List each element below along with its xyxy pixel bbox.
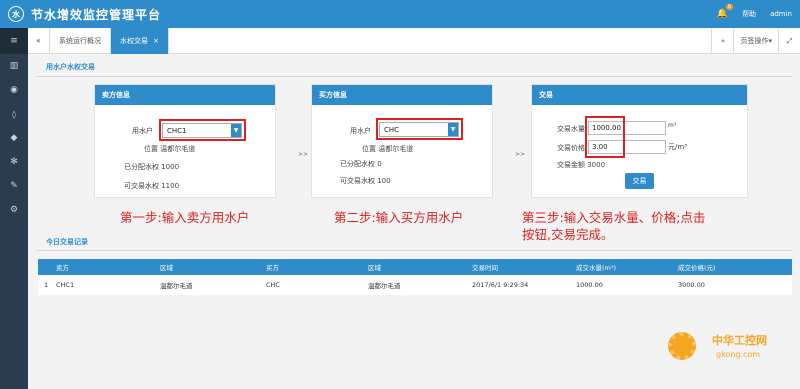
trade-qty-unit: m³	[668, 122, 677, 129]
trade-amount: 交易金额 3000	[557, 161, 606, 169]
notification-badge: 0	[725, 4, 734, 10]
tab-back-icon[interactable]: «	[28, 27, 50, 54]
buyer-tradable: 可交易水权 100	[340, 177, 391, 185]
logo-icon: 水	[8, 6, 24, 22]
gear-icon	[668, 332, 696, 360]
user-menu[interactable]: admin	[770, 10, 792, 18]
seller-heading: 卖方信息	[95, 85, 275, 105]
column-header[interactable]: 成交水量(m³)	[576, 262, 616, 272]
watermark-cn: 中华工控网	[712, 334, 767, 347]
wrench-icon[interactable]: ✎	[0, 174, 28, 198]
buyer-cell: CHC	[266, 281, 280, 289]
records-table: 卖方 区域 买方 区域 交易时间 成交水量(m³) 成交价格(元) 1 CHC1…	[38, 259, 792, 295]
trade-qty-label: 交易水量	[557, 125, 585, 133]
buyer-panel: 买方信息	[311, 84, 493, 198]
column-header[interactable]: 区域	[368, 262, 381, 272]
buyer-heading: 买方信息	[312, 85, 492, 105]
column-header[interactable]: 卖方	[56, 262, 69, 272]
watermark-logo: 中华工控网 gkong.com	[668, 330, 798, 385]
tab-label: 系统运行概况	[59, 36, 101, 45]
buyer-user-label: 用水户	[350, 126, 371, 135]
sidebar: ≡ ▥ ◉ ◊ ◆ ✻ ✎ ⚙	[0, 28, 28, 389]
seller-panel: 卖方信息	[94, 84, 276, 198]
volume-cell: 1000.00	[576, 281, 603, 289]
tab-forward-icon[interactable]: »	[711, 28, 733, 54]
seller-cell: CHC1	[56, 281, 75, 289]
seller-location: 位置 温都尔毛道	[144, 145, 196, 153]
trade-heading: 交易	[532, 85, 747, 105]
app-title: 节水增效监控管理平台	[31, 7, 162, 22]
water-drop-icon[interactable]: ◊	[0, 102, 28, 126]
notification-bell-icon[interactable]: 🔔 0	[717, 4, 734, 19]
watermark-en: gkong.com	[716, 350, 761, 359]
separator-arrow: >>	[515, 151, 526, 158]
tab-system-overview[interactable]: 系统运行概况	[50, 27, 111, 54]
seller-user-label: 用水户	[132, 126, 153, 135]
tab-close-icon[interactable]: ×	[153, 37, 159, 45]
step1-annotation: 第一步:输入卖方用水户	[120, 210, 250, 225]
divider	[36, 250, 792, 251]
chart-icon[interactable]: ▥	[0, 54, 28, 78]
seller-highlight	[159, 119, 246, 141]
tab-label: 水权交易	[120, 36, 148, 45]
buyer-region-cell: 温都尔毛道	[368, 282, 401, 290]
step2-annotation: 第二步:输入买方用水户	[334, 210, 464, 225]
step3-annotation-line1: 第三步:输入交易水量、价格;点击	[522, 210, 706, 225]
menu-toggle-icon[interactable]: ≡	[0, 28, 28, 54]
divider	[36, 76, 792, 77]
table-row[interactable]: 1 CHC1 温都尔毛道 CHC 温都尔毛道 2017/6/1 9:29:34 …	[38, 275, 792, 295]
trade-highlight	[585, 116, 625, 158]
page-ops-menu[interactable]: 页签操作▾	[733, 28, 778, 54]
irrigation-icon[interactable]: ✻	[0, 150, 28, 174]
records-title: 今日交易记录	[46, 238, 88, 246]
column-header[interactable]: 区域	[160, 262, 173, 272]
location-icon[interactable]: ◉	[0, 78, 28, 102]
row-index: 1	[44, 281, 49, 289]
trade-button[interactable]: 交易	[625, 173, 654, 189]
water-drop-alt-icon[interactable]: ◆	[0, 126, 28, 150]
column-header[interactable]: 交易时间	[472, 262, 498, 272]
buyer-allocated: 已分配水权 0	[340, 160, 382, 168]
section-title: 用水户水权交易	[46, 63, 95, 71]
table-header: 卖方 区域 买方 区域 交易时间 成交水量(m³) 成交价格(元)	[38, 259, 792, 275]
fullscreen-icon[interactable]: ⤢	[778, 28, 800, 54]
trade-price-label: 交易价格	[557, 144, 585, 152]
top-bar: 水 节水增效监控管理平台 🔔 0 帮助 admin	[0, 0, 800, 28]
buyer-highlight	[376, 118, 463, 140]
seller-tradable: 可交易水权 1100	[124, 182, 180, 190]
column-header[interactable]: 成交价格(元)	[678, 262, 716, 272]
separator-arrow: >>	[298, 151, 309, 158]
tab-bar: « 系统运行概况 水权交易 × » 页签操作▾ ⤢	[28, 27, 800, 54]
seller-region-cell: 温都尔毛道	[160, 282, 193, 290]
tab-water-trade[interactable]: 水权交易 ×	[111, 27, 169, 54]
price-cell: 3000.00	[678, 281, 705, 289]
buyer-location: 位置 温都尔毛道	[362, 145, 414, 153]
step3-annotation-line2: 按钮,交易完成。	[522, 227, 614, 242]
help-link[interactable]: 帮助	[742, 9, 756, 19]
column-header[interactable]: 买方	[266, 262, 279, 272]
seller-allocated: 已分配水权 1000	[124, 163, 180, 171]
time-cell: 2017/6/1 9:29:34	[472, 281, 529, 289]
settings-icon[interactable]: ⚙	[0, 198, 28, 222]
trade-price-unit: 元/m³	[668, 143, 687, 151]
